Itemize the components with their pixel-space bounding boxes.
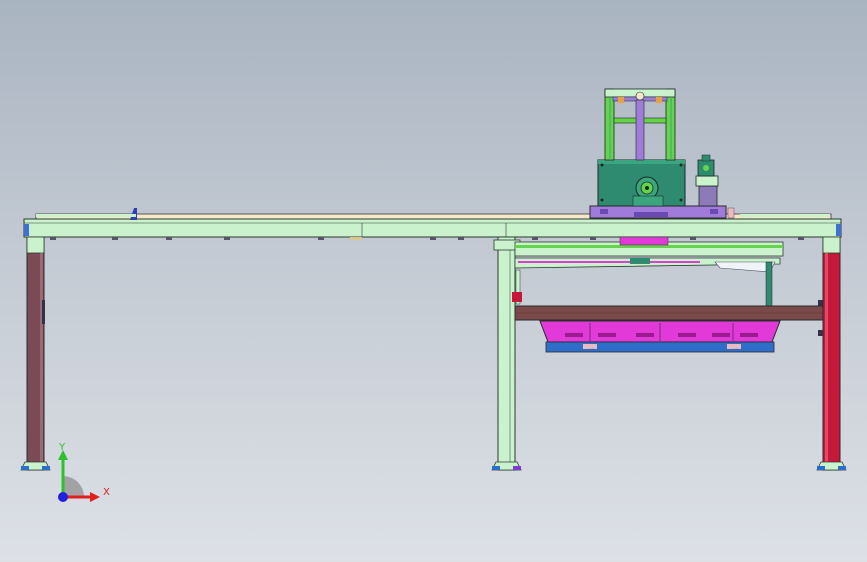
tray-assembly[interactable] [539, 320, 781, 353]
gearbox-housing[interactable] [597, 159, 686, 207]
lifting-tower[interactable] [604, 88, 676, 161]
drive-motor[interactable] [695, 154, 719, 207]
triad-y-label: Y [59, 442, 66, 453]
left-leg[interactable] [20, 236, 51, 471]
sub-frame[interactable] [512, 236, 784, 307]
triad-x-label: X [103, 487, 110, 498]
cad-viewport[interactable]: Y X [0, 0, 867, 562]
cross-beam[interactable] [514, 305, 824, 321]
right-leg[interactable] [816, 236, 847, 471]
machine-assembly-model[interactable] [0, 0, 867, 562]
carriage-base[interactable] [589, 205, 727, 219]
